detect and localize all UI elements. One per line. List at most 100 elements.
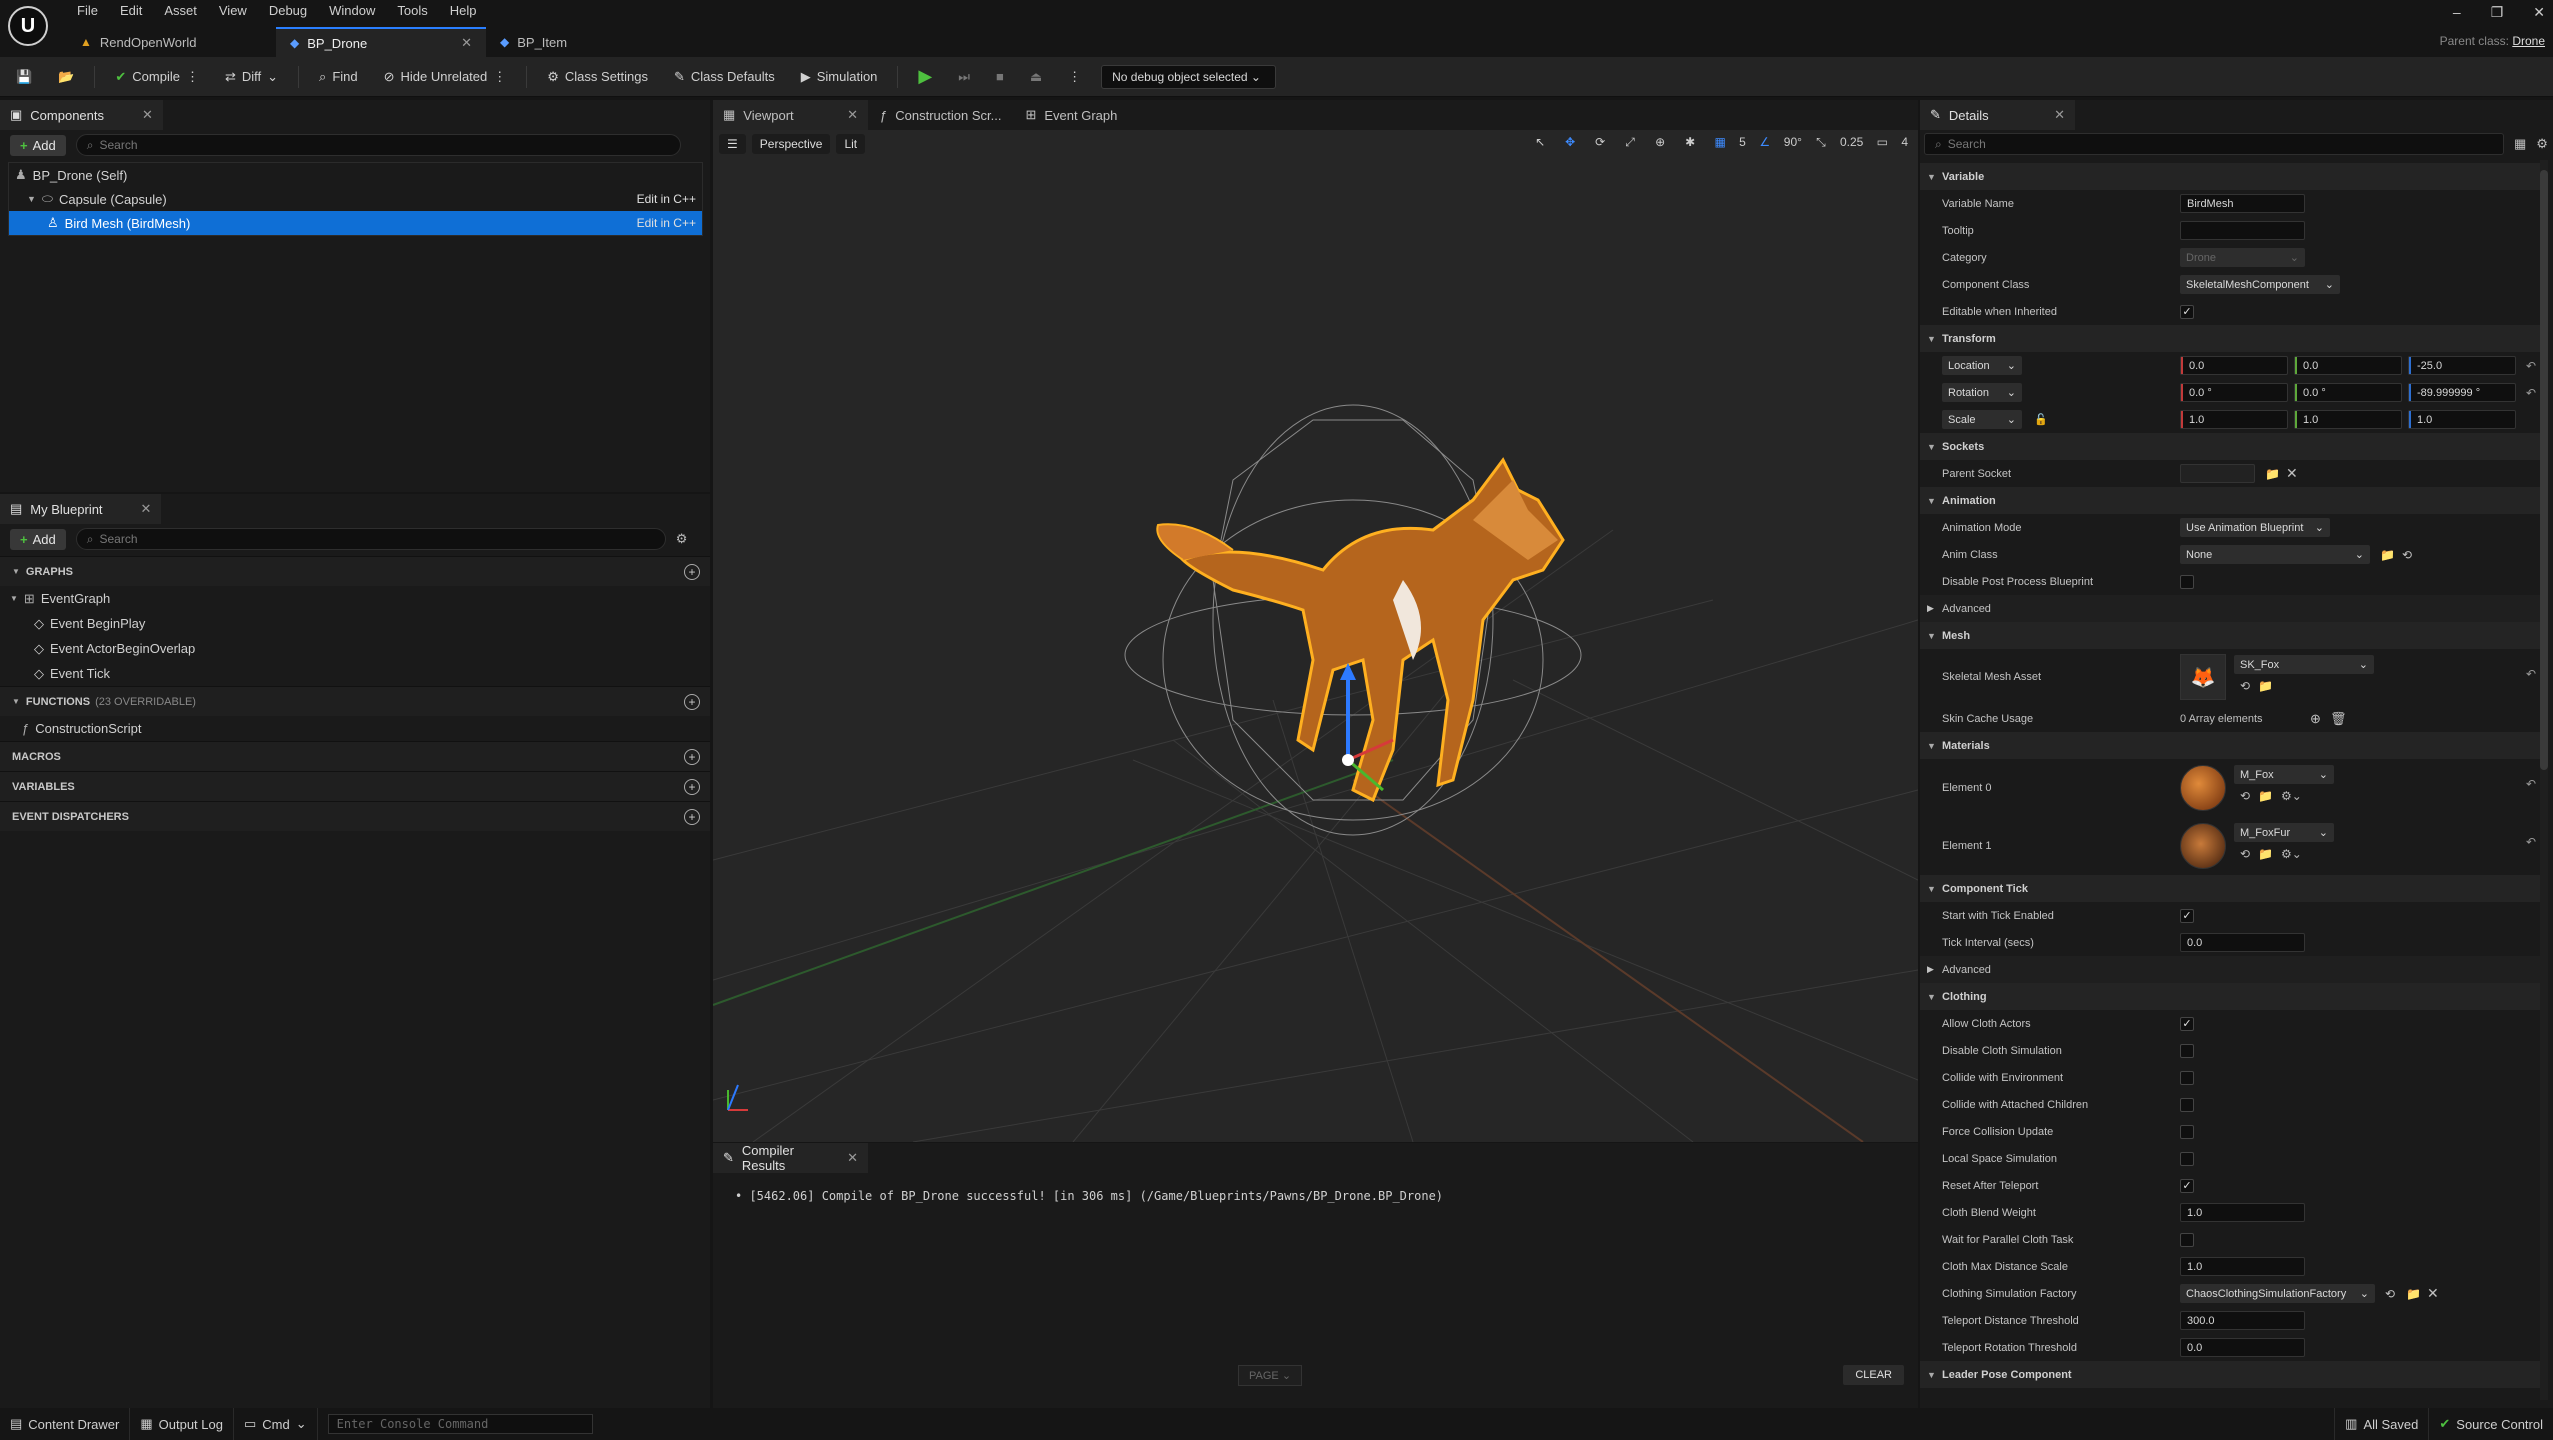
cmd-select[interactable]: ▭ Cmd ⌄: [234, 1408, 318, 1440]
add-variable-icon[interactable]: +: [684, 778, 700, 795]
maximize-icon[interactable]: ❐: [2491, 4, 2504, 21]
viewport-menu-icon[interactable]: ☰: [719, 134, 746, 154]
location-z-input[interactable]: -25.0: [2408, 356, 2516, 375]
add-dispatcher-icon[interactable]: +: [684, 808, 700, 825]
grid-snap-icon[interactable]: ▦: [1709, 132, 1731, 152]
close-icon[interactable]: ✕: [847, 1150, 858, 1166]
unreal-logo-icon[interactable]: U: [8, 6, 48, 46]
add-member-button[interactable]: + Add: [10, 528, 66, 550]
tab-components[interactable]: ▣ Components ✕: [0, 100, 163, 130]
add-macro-icon[interactable]: +: [684, 748, 700, 765]
cloth-max-distance-input[interactable]: 1.0: [2180, 1257, 2305, 1276]
tab-details[interactable]: ✎ Details ✕: [1920, 100, 2075, 130]
menu-view[interactable]: View: [208, 0, 258, 22]
clear-x-icon[interactable]: ✕: [2286, 465, 2298, 482]
viewport-scene[interactable]: [713, 100, 1918, 1142]
close-icon[interactable]: ✕: [142, 107, 153, 123]
world-space-icon[interactable]: ⊕: [1649, 132, 1671, 152]
variable-name-input[interactable]: BirdMesh: [2180, 194, 2305, 213]
close-window-icon[interactable]: ✕: [2533, 4, 2545, 21]
translate-icon[interactable]: ✥: [1559, 132, 1581, 152]
browse-icon[interactable]: 📁: [2258, 679, 2273, 693]
component-item-capsule[interactable]: ▼ ⬭ Capsule (Capsule) Edit in C++: [9, 187, 702, 211]
section-component-tick[interactable]: ▼ Component Tick: [1920, 875, 2540, 902]
add-element-icon[interactable]: ⊕: [2310, 711, 2321, 727]
force-collision-update-checkbox[interactable]: [2180, 1124, 2194, 1139]
compile-button[interactable]: ✔ Compile ⋮: [109, 65, 205, 89]
tooltip-input[interactable]: [2180, 221, 2305, 240]
rotation-z-input[interactable]: -89.999999 °: [2408, 383, 2516, 402]
details-search-input[interactable]: ⌕ Search: [1924, 133, 2504, 155]
section-sockets[interactable]: ▼ Sockets: [1920, 433, 2540, 460]
menu-asset[interactable]: Asset: [153, 0, 208, 22]
lock-icon[interactable]: 🔓: [2034, 413, 2048, 426]
animation-mode-select[interactable]: Use Animation Blueprint ⌄: [2180, 518, 2330, 537]
scale-z-input[interactable]: 1.0: [2408, 410, 2516, 429]
component-class-select[interactable]: SkeletalMeshComponent ⌄: [2180, 275, 2340, 294]
use-selected-icon[interactable]: ⟲: [2402, 548, 2412, 562]
browse-icon[interactable]: 📁: [2258, 789, 2273, 803]
clear-button[interactable]: CLEAR: [1843, 1365, 1904, 1385]
camera-speed-value[interactable]: 4: [1901, 135, 1908, 149]
debug-object-select[interactable]: No debug object selected ⌄: [1101, 64, 1277, 89]
component-item-bird-mesh[interactable]: ♙ Bird Mesh (BirdMesh) Edit in C++: [9, 211, 702, 235]
parent-class-link[interactable]: Drone: [2512, 34, 2545, 48]
material-options-icon[interactable]: ⚙⌄: [2281, 789, 2302, 803]
section-clothing[interactable]: ▼ Clothing: [1920, 983, 2540, 1010]
location-y-input[interactable]: 0.0: [2294, 356, 2402, 375]
functions-section-header[interactable]: ▼ FUNCTIONS (23 OVERRIDABLE) +: [0, 686, 710, 716]
surface-snap-icon[interactable]: ✱: [1679, 132, 1701, 152]
browse-icon[interactable]: 📁: [2406, 1287, 2421, 1301]
macros-section-header[interactable]: MACROS +: [0, 741, 710, 771]
component-item-self[interactable]: ♟ BP_Drone (Self): [9, 163, 702, 187]
viewport-panel[interactable]: ▦ Viewport ✕ ƒ Construction Scr... ⊞ Eve…: [713, 100, 1918, 1142]
reset-after-teleport-checkbox[interactable]: ✓: [2180, 1178, 2194, 1193]
output-log-button[interactable]: ▦ Output Log: [130, 1408, 234, 1440]
eject-icon[interactable]: ⏏: [1024, 65, 1048, 89]
scale-x-input[interactable]: 1.0: [2180, 410, 2288, 429]
clothing-factory-select[interactable]: ChaosClothingSimulationFactory ⌄: [2180, 1284, 2375, 1303]
rotate-icon[interactable]: ⟳: [1589, 132, 1611, 152]
cloth-blend-weight-input[interactable]: 1.0: [2180, 1203, 2305, 1222]
material-select-element-1[interactable]: M_FoxFur ⌄: [2234, 823, 2334, 842]
doc-tab-bp-drone[interactable]: ◆ BP_Drone ✕: [276, 27, 486, 57]
browse-icon[interactable]: 📁: [2265, 467, 2280, 481]
teleport-distance-input[interactable]: 300.0: [2180, 1311, 2305, 1330]
browse-icon[interactable]: 📁: [2380, 548, 2395, 562]
use-selected-icon[interactable]: ⟲: [2240, 847, 2250, 861]
material-thumbnail-fox[interactable]: [2180, 765, 2226, 811]
my-blueprint-search-input[interactable]: ⌕ Search: [75, 528, 666, 550]
editable-when-inherited-checkbox[interactable]: ✓: [2180, 304, 2194, 319]
allow-cloth-actors-checkbox[interactable]: ✓: [2180, 1016, 2194, 1031]
function-item[interactable]: ƒ ConstructionScript: [0, 716, 710, 741]
location-mode-select[interactable]: Location ⌄: [1942, 356, 2022, 375]
collide-environment-checkbox[interactable]: [2180, 1070, 2194, 1085]
more-icon[interactable]: ⋮: [186, 69, 199, 85]
more-icon[interactable]: ⋮: [1062, 65, 1087, 89]
material-select-element-0[interactable]: M_Fox ⌄: [2234, 765, 2334, 784]
trash-icon[interactable]: 🗑: [2330, 711, 2347, 727]
close-icon[interactable]: ✕: [461, 35, 472, 51]
tab-compiler-results[interactable]: ✎ Compiler Results ✕: [713, 1143, 868, 1173]
grid-snap-value[interactable]: 5: [1739, 135, 1746, 149]
menu-window[interactable]: Window: [318, 0, 386, 22]
reset-arrow-icon[interactable]: ↶: [2526, 835, 2536, 849]
rotation-y-input[interactable]: 0.0 °: [2294, 383, 2402, 402]
property-matrix-icon[interactable]: ▦: [2514, 136, 2526, 152]
expand-arrow-icon[interactable]: ▼: [27, 194, 36, 204]
skeletal-mesh-select[interactable]: SK_Fox ⌄: [2234, 655, 2374, 674]
camera-speed-icon[interactable]: ▭: [1871, 132, 1893, 152]
lit-button[interactable]: Lit: [836, 134, 866, 154]
animation-advanced-row[interactable]: ▶ Advanced: [1920, 595, 2540, 622]
disable-cloth-sim-checkbox[interactable]: [2180, 1043, 2194, 1058]
components-search-input[interactable]: ⌕ Search: [75, 134, 681, 156]
parent-socket-input[interactable]: [2180, 464, 2255, 483]
event-item[interactable]: ◇ Event BeginPlay: [0, 611, 710, 636]
scale-icon[interactable]: ⤢: [1619, 132, 1641, 152]
start-with-tick-checkbox[interactable]: ✓: [2180, 908, 2194, 923]
anim-class-select[interactable]: None ⌄: [2180, 545, 2370, 564]
dispatchers-section-header[interactable]: EVENT DISPATCHERS +: [0, 801, 710, 831]
doc-tab-rendopenworld[interactable]: ▲ RendOpenWorld: [66, 27, 276, 57]
rotation-mode-select[interactable]: Rotation ⌄: [1942, 383, 2022, 402]
console-command-input[interactable]: Enter Console Command: [327, 1414, 593, 1434]
